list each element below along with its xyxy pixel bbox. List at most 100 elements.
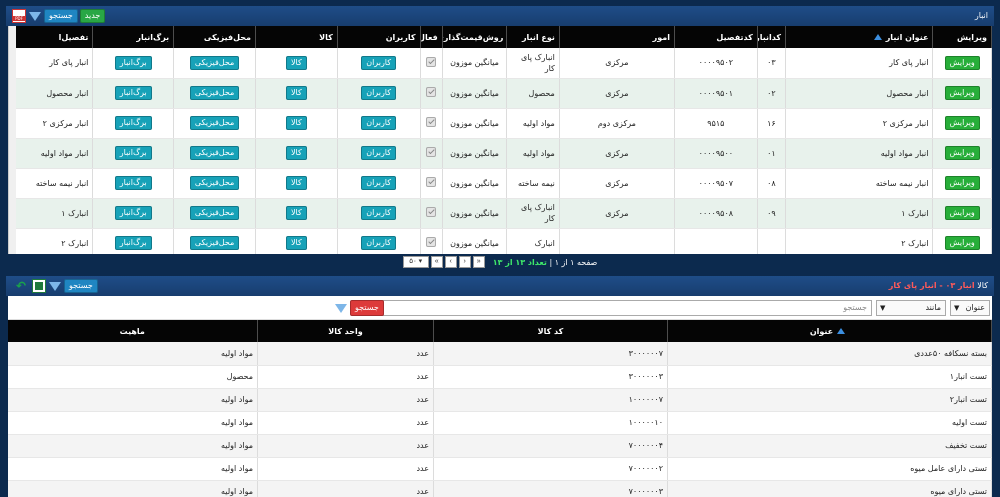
filter-icon[interactable] (29, 11, 41, 21)
table-row[interactable]: ویرایش انبار مرکزی ۲ ۱۶ ۹۵۱۵ مرکزی دوم مواد ا… (8, 108, 992, 139)
sheet-button[interactable]: برگ‌انبار (114, 116, 152, 130)
filter-icon[interactable] (49, 281, 61, 291)
sort-ascending-icon[interactable] (837, 328, 846, 334)
edit-button[interactable]: ویرایش (944, 86, 980, 100)
location-button[interactable]: محل‌فیزیکی (189, 116, 240, 130)
sheet-button[interactable]: برگ‌انبار (114, 206, 152, 220)
column-header[interactable]: کاربران (337, 26, 421, 48)
table-row[interactable]: تستی دارای میوه ۷۰۰۰۰۰۰۳ عدد مواد اولیه (8, 480, 992, 497)
vertical-scrollbar[interactable] (8, 26, 16, 254)
users-button[interactable]: کاربران (361, 206, 397, 220)
table-row[interactable]: ویرایش انبار مواد اولیه ۰۱ ۰۰۰۰۹۵۰۰ مرکزی موا… (8, 138, 992, 169)
column-header[interactable]: فعال (420, 26, 443, 48)
active-checkbox[interactable] (426, 177, 437, 187)
edit-button[interactable]: ویرایش (944, 116, 980, 130)
column-header[interactable]: محل‌فیزیکی (173, 26, 256, 48)
column-header[interactable]: عنوان (667, 320, 992, 342)
search-button[interactable]: جستجو (44, 9, 78, 23)
location-button[interactable]: محل‌فیزیکی (189, 55, 240, 70)
back-arrow-icon[interactable]: ↶ (16, 279, 30, 293)
goods-button[interactable]: کالا (285, 206, 307, 220)
filter-operator-select[interactable]: مانند ▼ (876, 300, 946, 316)
table-row[interactable]: بسته نسکافه ۵۰عددی ۳۰۰۰۰۰۰۷ عدد مواد اولیه (8, 342, 992, 366)
goods-button[interactable]: کالا (285, 86, 307, 100)
edit-button[interactable]: ویرایش (944, 176, 980, 190)
goods-search-button[interactable]: جستجو (64, 279, 98, 293)
users-button[interactable]: کاربران (361, 176, 397, 190)
table-row[interactable]: تست تخفیف ۷۰۰۰۰۰۰۴ عدد مواد اولیه (8, 434, 992, 458)
location-button[interactable]: محل‌فیزیکی (189, 146, 240, 160)
column-header[interactable]: واحد کالا (257, 320, 434, 342)
edit-button[interactable]: ویرایش (944, 236, 980, 250)
next-page-button[interactable]: › (458, 256, 471, 268)
location-button[interactable]: محل‌فیزیکی (189, 176, 240, 190)
column-header[interactable]: تفصیل‌ا (8, 26, 94, 48)
column-header[interactable]: امور (559, 26, 675, 48)
table-row[interactable]: تست اولیه ۱۰۰۰۰۰۱۰ عدد مواد اولیه (8, 411, 992, 435)
column-header[interactable]: کدانبار (757, 26, 787, 48)
sheet-button[interactable]: برگ‌انبار (114, 86, 152, 100)
active-checkbox[interactable] (426, 56, 437, 67)
users-button[interactable]: کاربران (361, 146, 397, 160)
prev-page-button[interactable]: ‹ (444, 256, 457, 268)
table-row[interactable]: ویرایش انبار نیمه ساخته ۰۸ ۰۰۰۰۹۵۰۷ مرکزی نیم… (8, 168, 992, 199)
sheet-button[interactable]: برگ‌انبار (114, 55, 152, 70)
table-row[interactable]: ویرایش انبار محصول ۰۲ ۰۰۰۰۹۵۰۱ مرکزی محصول میا… (8, 78, 992, 109)
filter-search-button[interactable]: جستجو (350, 300, 384, 316)
sheet-button[interactable]: برگ‌انبار (114, 176, 152, 190)
excel-export-icon[interactable] (32, 279, 46, 293)
users-button[interactable]: کاربران (361, 116, 397, 130)
table-row[interactable]: تست انبار۱ ۳۰۰۰۰۰۰۳ عدد محصول (8, 365, 992, 389)
table-row[interactable]: تست انبار۲ ۱۰۰۰۰۰۰۷ عدد مواد اولیه (8, 388, 992, 412)
goods-button[interactable]: کالا (285, 236, 307, 250)
location-button[interactable]: محل‌فیزیکی (189, 86, 240, 100)
column-header[interactable]: ویرایش (932, 26, 992, 48)
sheet-button[interactable]: برگ‌انبار (114, 146, 152, 160)
goods-nature-cell: مواد اولیه (8, 411, 258, 435)
edit-button[interactable]: ویرایش (944, 55, 980, 70)
location-button[interactable]: محل‌فیزیکی (189, 206, 240, 220)
column-header[interactable]: نوع انبار (506, 26, 560, 48)
goods-button[interactable]: کالا (285, 55, 307, 70)
last-page-button[interactable]: » (472, 256, 485, 268)
column-header[interactable]: کالا (255, 26, 338, 48)
active-checkbox[interactable] (426, 147, 437, 157)
column-header[interactable]: کدتفصیل (674, 26, 758, 48)
goods-button[interactable]: کالا (285, 146, 307, 160)
table-row[interactable]: تستی دارای عامل میوه ۷۰۰۰۰۰۰۲ عدد مواد اولی… (8, 457, 992, 481)
clear-filter-icon[interactable] (335, 304, 347, 313)
active-checkbox[interactable] (426, 117, 437, 127)
column-header[interactable]: برگ‌انبار (92, 26, 175, 48)
edit-button[interactable]: ویرایش (944, 146, 980, 160)
active-checkbox[interactable] (426, 237, 437, 247)
warehouse-title-cell: انبار نیمه ساخته (785, 168, 934, 199)
active-checkbox[interactable] (426, 87, 437, 97)
first-page-button[interactable]: « (430, 256, 443, 268)
table-row[interactable]: ویرایش انبارک ۱ ۰۹ ۰۰۰۰۹۵۰۸ مرکزی انبارک پای … (8, 198, 992, 229)
edit-cell: ویرایش (932, 48, 992, 79)
column-header[interactable]: ماهیت (8, 320, 258, 342)
goods-button[interactable]: کالا (285, 116, 307, 130)
edit-button[interactable]: ویرایش (944, 206, 980, 220)
users-button[interactable]: کاربران (361, 236, 397, 250)
goods-code-cell: ۷۰۰۰۰۰۰۲ (433, 457, 668, 481)
filter-field-select[interactable]: عنوان ▼ (950, 300, 990, 316)
filter-search-input[interactable]: جستجو (382, 300, 872, 316)
column-header-label: کالا (319, 32, 333, 42)
column-header[interactable]: کد کالا (433, 320, 668, 342)
sheet-button[interactable]: برگ‌انبار (114, 236, 152, 250)
active-checkbox[interactable] (426, 207, 437, 217)
page-size-select[interactable]: ۵۰ ▾ (402, 256, 429, 268)
goods-button[interactable]: کالا (285, 176, 307, 190)
table-row[interactable]: ویرایش انبارک ۲ انبارک میانگین موزون کاربران… (8, 228, 992, 254)
column-header[interactable]: روش‌قیمت‌گذاری (442, 26, 508, 48)
users-button[interactable]: کاربران (361, 86, 397, 100)
pricing-method-cell: میانگین موزون (442, 48, 508, 79)
sort-ascending-icon[interactable] (873, 34, 882, 40)
column-header[interactable]: عنوان انبار (785, 26, 934, 48)
table-row[interactable]: ویرایش انبار پای کار ۰۳ ۰۰۰۰۹۵۰۲ مرکزی انبارک… (8, 48, 992, 79)
pdf-export-icon[interactable] (12, 9, 26, 23)
new-button[interactable]: جدید (79, 9, 106, 23)
users-button[interactable]: کاربران (361, 55, 397, 70)
location-button[interactable]: محل‌فیزیکی (189, 236, 240, 250)
